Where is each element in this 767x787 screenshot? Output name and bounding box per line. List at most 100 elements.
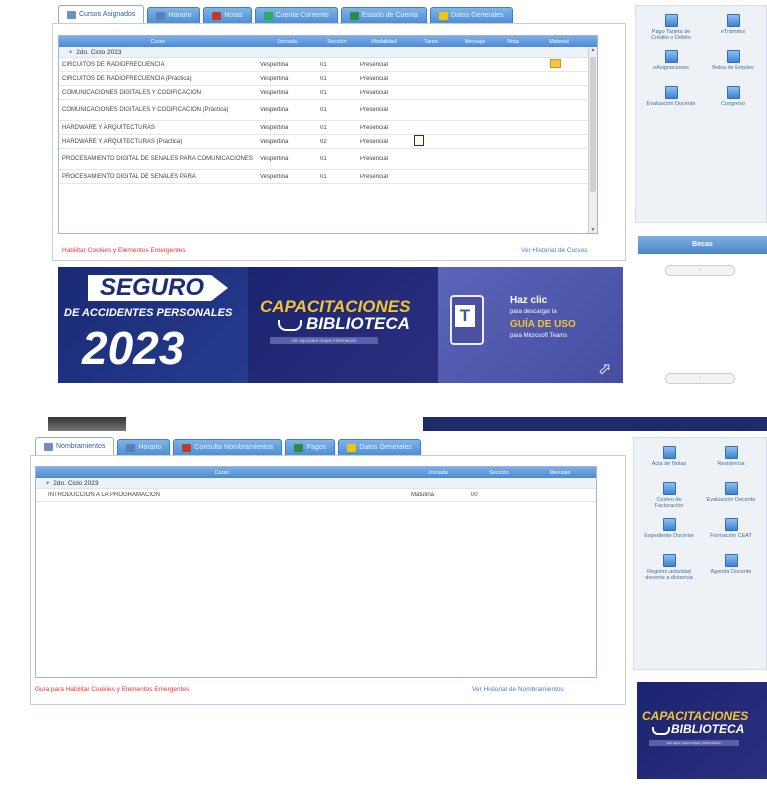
teams-line4: para Microsoft Teams bbox=[510, 333, 568, 339]
column-header-seccion[interactable]: Sección bbox=[317, 39, 357, 45]
enable-cookies-link[interactable]: Habilitar Cookies y Elementos Emergentes bbox=[62, 247, 186, 254]
course-row[interactable]: COMUNICACIONES DIGITALES Y CODIFICACION V… bbox=[59, 86, 597, 100]
column-header-jornada[interactable]: Jornada bbox=[408, 470, 468, 476]
column-header-modalidad[interactable]: Modalidad bbox=[357, 39, 411, 45]
quick-link-acta-de-notas[interactable]: Acta de Notas bbox=[642, 446, 696, 467]
quick-link-evaluacion-docente[interactable]: Evaluación Docente bbox=[644, 86, 698, 107]
courses-scrollbar[interactable]: ▲ ▼ bbox=[588, 47, 597, 233]
column-header-nota[interactable]: Nota bbox=[499, 39, 527, 45]
tab-estado-de-cuenta[interactable]: Estado de Cuenta bbox=[340, 7, 428, 23]
capacitaciones-promo[interactable]: CAPACITACIONES BIBLIOTECA clic aquí para… bbox=[637, 682, 767, 779]
tab-datos-generales[interactable]: Datos Generales bbox=[338, 439, 421, 455]
quick-link-agenda-docente[interactable]: Agenda Docente bbox=[704, 554, 758, 575]
section: 01 bbox=[320, 173, 327, 180]
scroll-thumb[interactable] bbox=[590, 57, 596, 192]
seguro-year: 2023 bbox=[82, 322, 185, 374]
quick-link-label: Agenda Docente bbox=[710, 569, 752, 575]
quick-link-registro-actividad-docente-a-distancia[interactable]: Registro actividad docente a distancia bbox=[642, 554, 696, 581]
quick-link-congreso[interactable]: Congreso bbox=[706, 86, 760, 107]
tab-horario[interactable]: Horario bbox=[147, 7, 201, 23]
courses-grid: Curso Jornada Sección Modalidad Tarea Mensaje… bbox=[58, 35, 598, 234]
tab-nombramientos[interactable]: Nombramientos bbox=[35, 437, 115, 455]
shift: Vespertina bbox=[260, 173, 289, 180]
scroll-up-icon[interactable]: ▲ bbox=[589, 47, 597, 53]
tab-label: Cuenta Corriente bbox=[275, 12, 329, 19]
column-header-mensaje[interactable]: Mensaje bbox=[451, 39, 499, 45]
column-header-seccion[interactable]: Sección bbox=[468, 470, 530, 476]
column-header-tarea[interactable]: Tarea bbox=[411, 39, 451, 45]
course-row[interactable]: PROCESAMIENTO DIGITAL DE SEÑALES PARA CO… bbox=[59, 149, 597, 170]
quick-link-formacion-ceat[interactable]: Formación CEAT bbox=[704, 518, 758, 539]
task-cell[interactable] bbox=[411, 135, 451, 148]
tab-label: Estado de Cuenta bbox=[361, 12, 419, 19]
quick-link-evaluacion-docente[interactable]: Evaluación Docente bbox=[704, 482, 758, 503]
column-header-material[interactable]: Material bbox=[527, 39, 591, 45]
column-header-curso[interactable]: Curso bbox=[36, 470, 408, 476]
modality: Presencial bbox=[360, 173, 389, 180]
quick-link-expediente-docente[interactable]: Expediente Docente bbox=[642, 518, 696, 539]
scroll-down-icon[interactable]: ▼ bbox=[589, 227, 597, 233]
appointment-row[interactable]: INTRODUCCIÓN A LA PROGRAMACIÓN Matutina 00 bbox=[36, 489, 596, 502]
quick-link-costeo-de-facturacion[interactable]: Costeo de Facturación bbox=[642, 482, 696, 509]
quick-link-easignaciones[interactable]: eAsignaciones bbox=[644, 50, 698, 71]
registro-actividad-docente-a-distancia-icon bbox=[662, 554, 676, 567]
folder-icon bbox=[347, 443, 357, 452]
task-icon[interactable] bbox=[414, 135, 424, 146]
column-header-mensaje[interactable]: Mensaje bbox=[530, 470, 590, 476]
etramites-icon bbox=[726, 14, 740, 27]
tab-datos-generales[interactable]: Datos Generales bbox=[430, 7, 513, 23]
course-row[interactable]: PROCESAMIENTO DIGITAL DE SEÑALES PARA Ves… bbox=[59, 170, 597, 184]
capacitaciones-banner[interactable]: CAPACITACIONES BIBLIOTECA clic aquí para… bbox=[248, 267, 438, 383]
promo-subtitle: BIBLIOTECA bbox=[671, 722, 745, 736]
course-row[interactable]: HARDWARE Y ARQUITECTURAS (Práctica) Vespe… bbox=[59, 135, 597, 149]
tab-cursos-asignados[interactable]: Cursos Asignados bbox=[58, 5, 145, 23]
cookies-guide-link[interactable]: Guía para Habilitar Cookies y Elementos … bbox=[35, 686, 189, 693]
shift: Vespertina bbox=[260, 124, 289, 131]
residencia-icon bbox=[724, 446, 738, 459]
becas-button[interactable]: Becas bbox=[638, 236, 767, 254]
quick-link-residencia[interactable]: Residencia bbox=[704, 446, 758, 467]
seguro-banner[interactable]: SEGURO DE ACCIDENTES PERSONALES 2023 bbox=[58, 267, 248, 383]
modality: Presencial bbox=[360, 61, 389, 68]
section: 01 bbox=[320, 89, 327, 96]
carousel-next-button[interactable]: › bbox=[665, 373, 735, 384]
header-banner-fragment bbox=[423, 417, 767, 431]
appointments-history-link[interactable]: Ver Historial de Nombramientos bbox=[472, 686, 564, 693]
course-row[interactable]: COMUNICACIONES DIGITALES Y CODIFICACION … bbox=[59, 100, 597, 121]
course-row[interactable]: CIRCUITOS DE RADIOFRECUENCIA (Práctica) V… bbox=[59, 72, 597, 86]
collapse-icon[interactable]: ▾ bbox=[69, 48, 72, 56]
quick-link-label: eTrámites bbox=[720, 29, 746, 35]
column-header-curso[interactable]: Curso bbox=[59, 39, 257, 45]
tab-label: Cursos Asignados bbox=[79, 11, 136, 18]
carousel-prev-button[interactable]: ‹ bbox=[665, 265, 735, 276]
teams-guide-banner[interactable]: T Haz clic para descargar la GUÍA DE USO… bbox=[438, 267, 623, 383]
quick-link-bolsa-de-empleo[interactable]: Bolsa de Empleo bbox=[706, 50, 760, 71]
promo-book-icon bbox=[652, 727, 670, 735]
course-name: PROCESAMIENTO DIGITAL DE SEÑALES PARA CO… bbox=[62, 156, 253, 162]
schedule-icon bbox=[126, 443, 136, 452]
courses-group-row[interactable]: ▾ 2do. Ciclo 2023 bbox=[59, 47, 597, 58]
tab-notas[interactable]: Notas bbox=[203, 7, 252, 23]
becas-label: Becas bbox=[692, 241, 713, 248]
quick-link-etramites[interactable]: eTrámites bbox=[706, 14, 760, 35]
quick-link-label: Residencia bbox=[717, 461, 745, 467]
course-row[interactable]: HARDWARE Y ARQUITECTURAS Vespertina 01 Pres… bbox=[59, 121, 597, 135]
course-name: CIRCUITOS DE RADIOFRECUENCIA (Práctica) bbox=[62, 75, 192, 82]
collapse-icon[interactable]: ▾ bbox=[46, 479, 49, 487]
column-header-jornada[interactable]: Jornada bbox=[257, 39, 317, 45]
appointments-group-row[interactable]: ▾ 2do. Ciclo 2023 bbox=[36, 478, 596, 489]
grades-icon bbox=[212, 11, 222, 20]
shift: Vespertina bbox=[260, 61, 289, 68]
course-row[interactable]: CIRCUITOS DE RADIOFRECUENCIA Vespertina 01… bbox=[59, 58, 597, 72]
group-label: 2do. Ciclo 2023 bbox=[53, 479, 99, 487]
evaluacion-docente-icon bbox=[664, 86, 678, 99]
quick-link-label: Congreso bbox=[721, 101, 745, 107]
quick-link-pago-tarjeta-de-credito-o-debito[interactable]: Pago Tarjeta de Crédito o Débito bbox=[644, 14, 698, 41]
folder-icon[interactable] bbox=[550, 59, 561, 68]
tab-pagos[interactable]: Pagos bbox=[285, 439, 336, 455]
material-cell[interactable] bbox=[527, 59, 591, 70]
tab-consulta-nombramientos[interactable]: Consulta Nombramientos bbox=[173, 439, 283, 455]
course-history-link[interactable]: Ver Historial de Cursos bbox=[521, 247, 587, 254]
tab-cuenta-corriente[interactable]: Cuenta Corriente bbox=[254, 7, 338, 23]
tab-horario[interactable]: Horario bbox=[117, 439, 171, 455]
